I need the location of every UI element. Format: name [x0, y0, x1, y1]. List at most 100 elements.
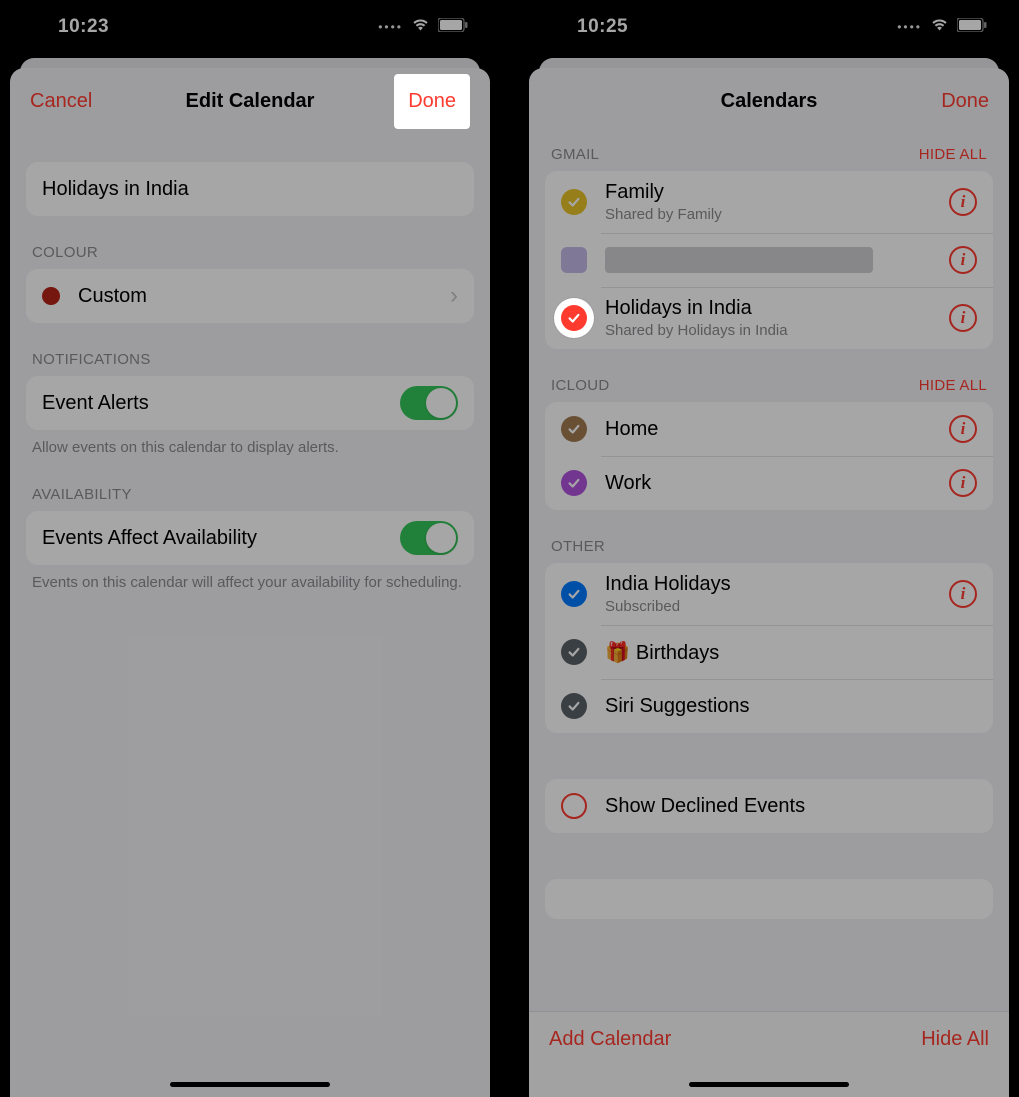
gmail-card: Family Shared by Family i i Holidays in …: [545, 171, 993, 349]
calendars-sheet: Calendars Done GMAIL HIDE ALL Family Sha…: [529, 68, 1009, 1097]
status-icons: ••••: [897, 18, 987, 37]
info-button[interactable]: i: [949, 415, 977, 443]
cellular-dots-icon: ••••: [897, 20, 922, 34]
other-card: India Holidays Subscribed i 🎁Birthdays S…: [545, 563, 993, 733]
availability-footer: Events on this calendar will affect your…: [26, 565, 474, 593]
availability-row: Events Affect Availability: [26, 511, 474, 565]
check-icon: [561, 639, 587, 665]
colour-card: Custom ›: [26, 269, 474, 323]
done-button[interactable]: Done: [909, 90, 989, 113]
check-icon: [561, 416, 587, 442]
redacted-label: [605, 247, 873, 273]
nav-bar: Calendars Done: [529, 68, 1009, 134]
notifications-header: NOTIFICATIONS: [26, 323, 474, 376]
check-icon: [561, 470, 587, 496]
phone-left: 10:23 •••• Cancel Edit Calendar Done Hol…: [0, 0, 500, 1097]
colour-row[interactable]: Custom ›: [26, 269, 474, 323]
check-icon: [561, 305, 587, 331]
check-icon: [561, 581, 587, 607]
hide-all-button[interactable]: Hide All: [921, 1028, 989, 1051]
done-button[interactable]: Done: [394, 74, 470, 129]
row-label: India Holidays: [605, 573, 949, 596]
calendar-name-field[interactable]: Holidays in India: [26, 162, 474, 216]
calendar-name-value: Holidays in India: [42, 178, 458, 201]
status-time: 10:23: [58, 16, 109, 38]
gift-icon: 🎁: [605, 640, 630, 665]
colour-header: COLOUR: [26, 216, 474, 269]
status-time: 10:25: [577, 16, 628, 38]
status-icons: ••••: [378, 18, 468, 37]
info-button[interactable]: i: [949, 246, 977, 274]
bottom-bar: Add Calendar Hide All: [529, 1011, 1009, 1097]
other-header: OTHER: [545, 510, 993, 563]
check-icon: [561, 693, 587, 719]
event-alerts-label: Event Alerts: [42, 392, 400, 415]
calendar-row-work[interactable]: Work i: [545, 456, 993, 510]
home-indicator: [170, 1082, 330, 1087]
info-button[interactable]: i: [949, 188, 977, 216]
info-button[interactable]: i: [949, 469, 977, 497]
declined-card: Show Declined Events: [545, 779, 993, 833]
calendar-name-card: Holidays in India: [26, 162, 474, 216]
battery-icon: [438, 18, 468, 37]
calendar-row-india-holidays[interactable]: India Holidays Subscribed i: [545, 563, 993, 625]
info-button[interactable]: i: [949, 304, 977, 332]
calendar-row-holidays-india[interactable]: Holidays in India Shared by Holidays in …: [545, 287, 993, 349]
notifications-card: Event Alerts: [26, 376, 474, 430]
done-button-wrapper: Done: [390, 74, 470, 129]
row-main: Family Shared by Family: [605, 181, 949, 223]
row-sublabel: Shared by Holidays in India: [605, 322, 949, 339]
row-sublabel: Subscribed: [605, 598, 949, 615]
gmail-header: GMAIL HIDE ALL: [545, 134, 993, 171]
row-label: Show Declined Events: [605, 795, 977, 818]
calendar-row-home[interactable]: Home i: [545, 402, 993, 456]
calendar-row-redacted[interactable]: i: [545, 233, 993, 287]
page-title: Calendars: [629, 90, 909, 113]
info-button[interactable]: i: [949, 580, 977, 608]
availability-card: Events Affect Availability: [26, 511, 474, 565]
status-bar: 10:23 ••••: [0, 0, 500, 54]
row-main: Holidays in India Shared by Holidays in …: [605, 297, 949, 339]
availability-switch[interactable]: [400, 521, 458, 555]
icloud-card: Home i Work i: [545, 402, 993, 510]
row-label: Holidays in India: [605, 297, 949, 320]
content: GMAIL HIDE ALL Family Shared by Family i…: [529, 134, 1009, 1011]
chevron-right-icon: ›: [450, 282, 458, 310]
availability-label: Events Affect Availability: [42, 527, 400, 550]
icloud-hide-all-button[interactable]: HIDE ALL: [919, 377, 987, 394]
row-sublabel: Shared by Family: [605, 206, 949, 223]
check-icon: [561, 189, 587, 215]
check-icon: [561, 247, 587, 273]
cellular-dots-icon: ••••: [378, 20, 403, 34]
row-label: Home: [605, 418, 949, 441]
gmail-hide-all-button[interactable]: HIDE ALL: [919, 146, 987, 163]
status-bar: 10:25 ••••: [519, 0, 1019, 54]
row-label: Work: [605, 472, 949, 495]
calendar-row-family[interactable]: Family Shared by Family i: [545, 171, 993, 233]
nav-bar: Cancel Edit Calendar Done: [10, 68, 490, 134]
calendar-row-birthdays[interactable]: 🎁Birthdays: [545, 625, 993, 679]
content: Holidays in India COLOUR Custom › NOTIFI…: [10, 134, 490, 1097]
icloud-header: ICLOUD HIDE ALL: [545, 349, 993, 402]
notifications-footer: Allow events on this calendar to display…: [26, 430, 474, 458]
event-alerts-switch[interactable]: [400, 386, 458, 420]
phone-right: 10:25 •••• Calendars Done GMAIL HIDE ALL…: [519, 0, 1019, 1097]
event-alerts-row: Event Alerts: [26, 376, 474, 430]
row-label: Siri Suggestions: [605, 695, 977, 718]
availability-header: AVAILABILITY: [26, 458, 474, 511]
wifi-icon: [411, 18, 430, 37]
calendar-row-siri[interactable]: Siri Suggestions: [545, 679, 993, 733]
partial-card: [545, 879, 993, 919]
show-declined-row[interactable]: Show Declined Events: [545, 779, 993, 833]
colour-label: Custom: [78, 285, 442, 308]
highlight-check-wrapper: [554, 298, 594, 338]
row-label: 🎁Birthdays: [605, 640, 977, 665]
row-main: India Holidays Subscribed: [605, 573, 949, 615]
page-title: Edit Calendar: [110, 90, 390, 113]
cancel-button[interactable]: Cancel: [30, 90, 110, 113]
home-indicator: [689, 1082, 849, 1087]
row-label: Family: [605, 181, 949, 204]
wifi-icon: [930, 18, 949, 37]
add-calendar-button[interactable]: Add Calendar: [549, 1028, 671, 1051]
check-empty-icon: [561, 793, 587, 819]
